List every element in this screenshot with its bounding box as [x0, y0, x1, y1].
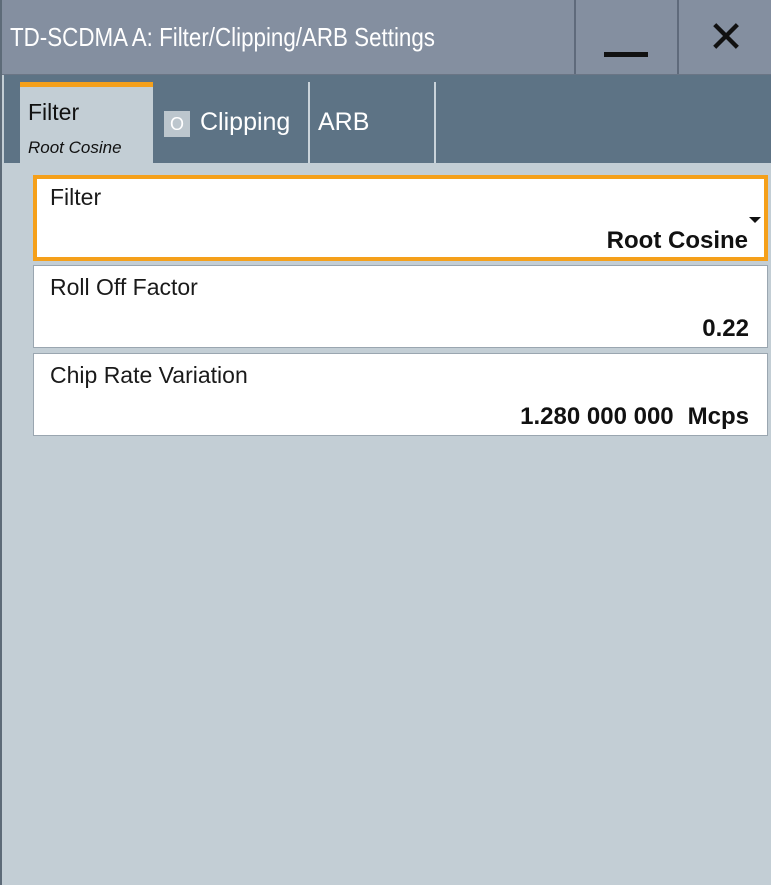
tab-filter-label: Filter — [28, 99, 80, 125]
chip-rate-variation-value: 1.280 000 000 — [520, 403, 674, 430]
chip-rate-variation-label: Chip Rate Variation — [50, 362, 248, 388]
filter-select[interactable]: Filter Root Cosine — [33, 175, 768, 261]
tab-arb[interactable]: ARB — [312, 82, 436, 163]
tab-strip: Filter Root Cosine O Clipping ARB — [4, 75, 771, 163]
title-bar: TD-SCDMA A: Filter/Clipping/ARB Settings… — [2, 0, 771, 75]
minimize-icon — [604, 52, 648, 57]
roll-off-factor-label: Roll Off Factor — [50, 274, 198, 300]
close-button[interactable]: ✕ — [677, 0, 771, 74]
chip-rate-variation-unit: Mcps — [687, 403, 749, 430]
filter-value: Root Cosine — [606, 227, 748, 254]
tab-arb-label: ARB — [318, 108, 370, 136]
tab-filter[interactable]: Filter Root Cosine — [20, 82, 153, 163]
tab-filter-sublabel: Root Cosine — [28, 138, 122, 157]
close-icon: ✕ — [707, 12, 745, 63]
chip-rate-variation-value-group: 1.280 000 000 Mcps — [520, 403, 749, 431]
tab-clipping-label: Clipping — [200, 108, 291, 136]
window-title: TD-SCDMA A: Filter/Clipping/ARB Settings — [10, 22, 435, 52]
tab-clipping[interactable]: O Clipping — [155, 82, 310, 163]
roll-off-factor-field[interactable]: Roll Off Factor 0.22 — [33, 265, 768, 348]
roll-off-factor-value: 0.22 — [702, 315, 749, 342]
filter-label: Filter — [50, 184, 102, 210]
chip-rate-variation-field[interactable]: Chip Rate Variation 1.280 000 000 Mcps — [33, 353, 768, 436]
chevron-down-icon — [749, 217, 761, 223]
minimize-button[interactable] — [574, 0, 677, 74]
clipping-toggle-indicator[interactable]: O — [164, 111, 190, 137]
filter-settings-dialog: TD-SCDMA A: Filter/Clipping/ARB Settings… — [0, 0, 771, 885]
